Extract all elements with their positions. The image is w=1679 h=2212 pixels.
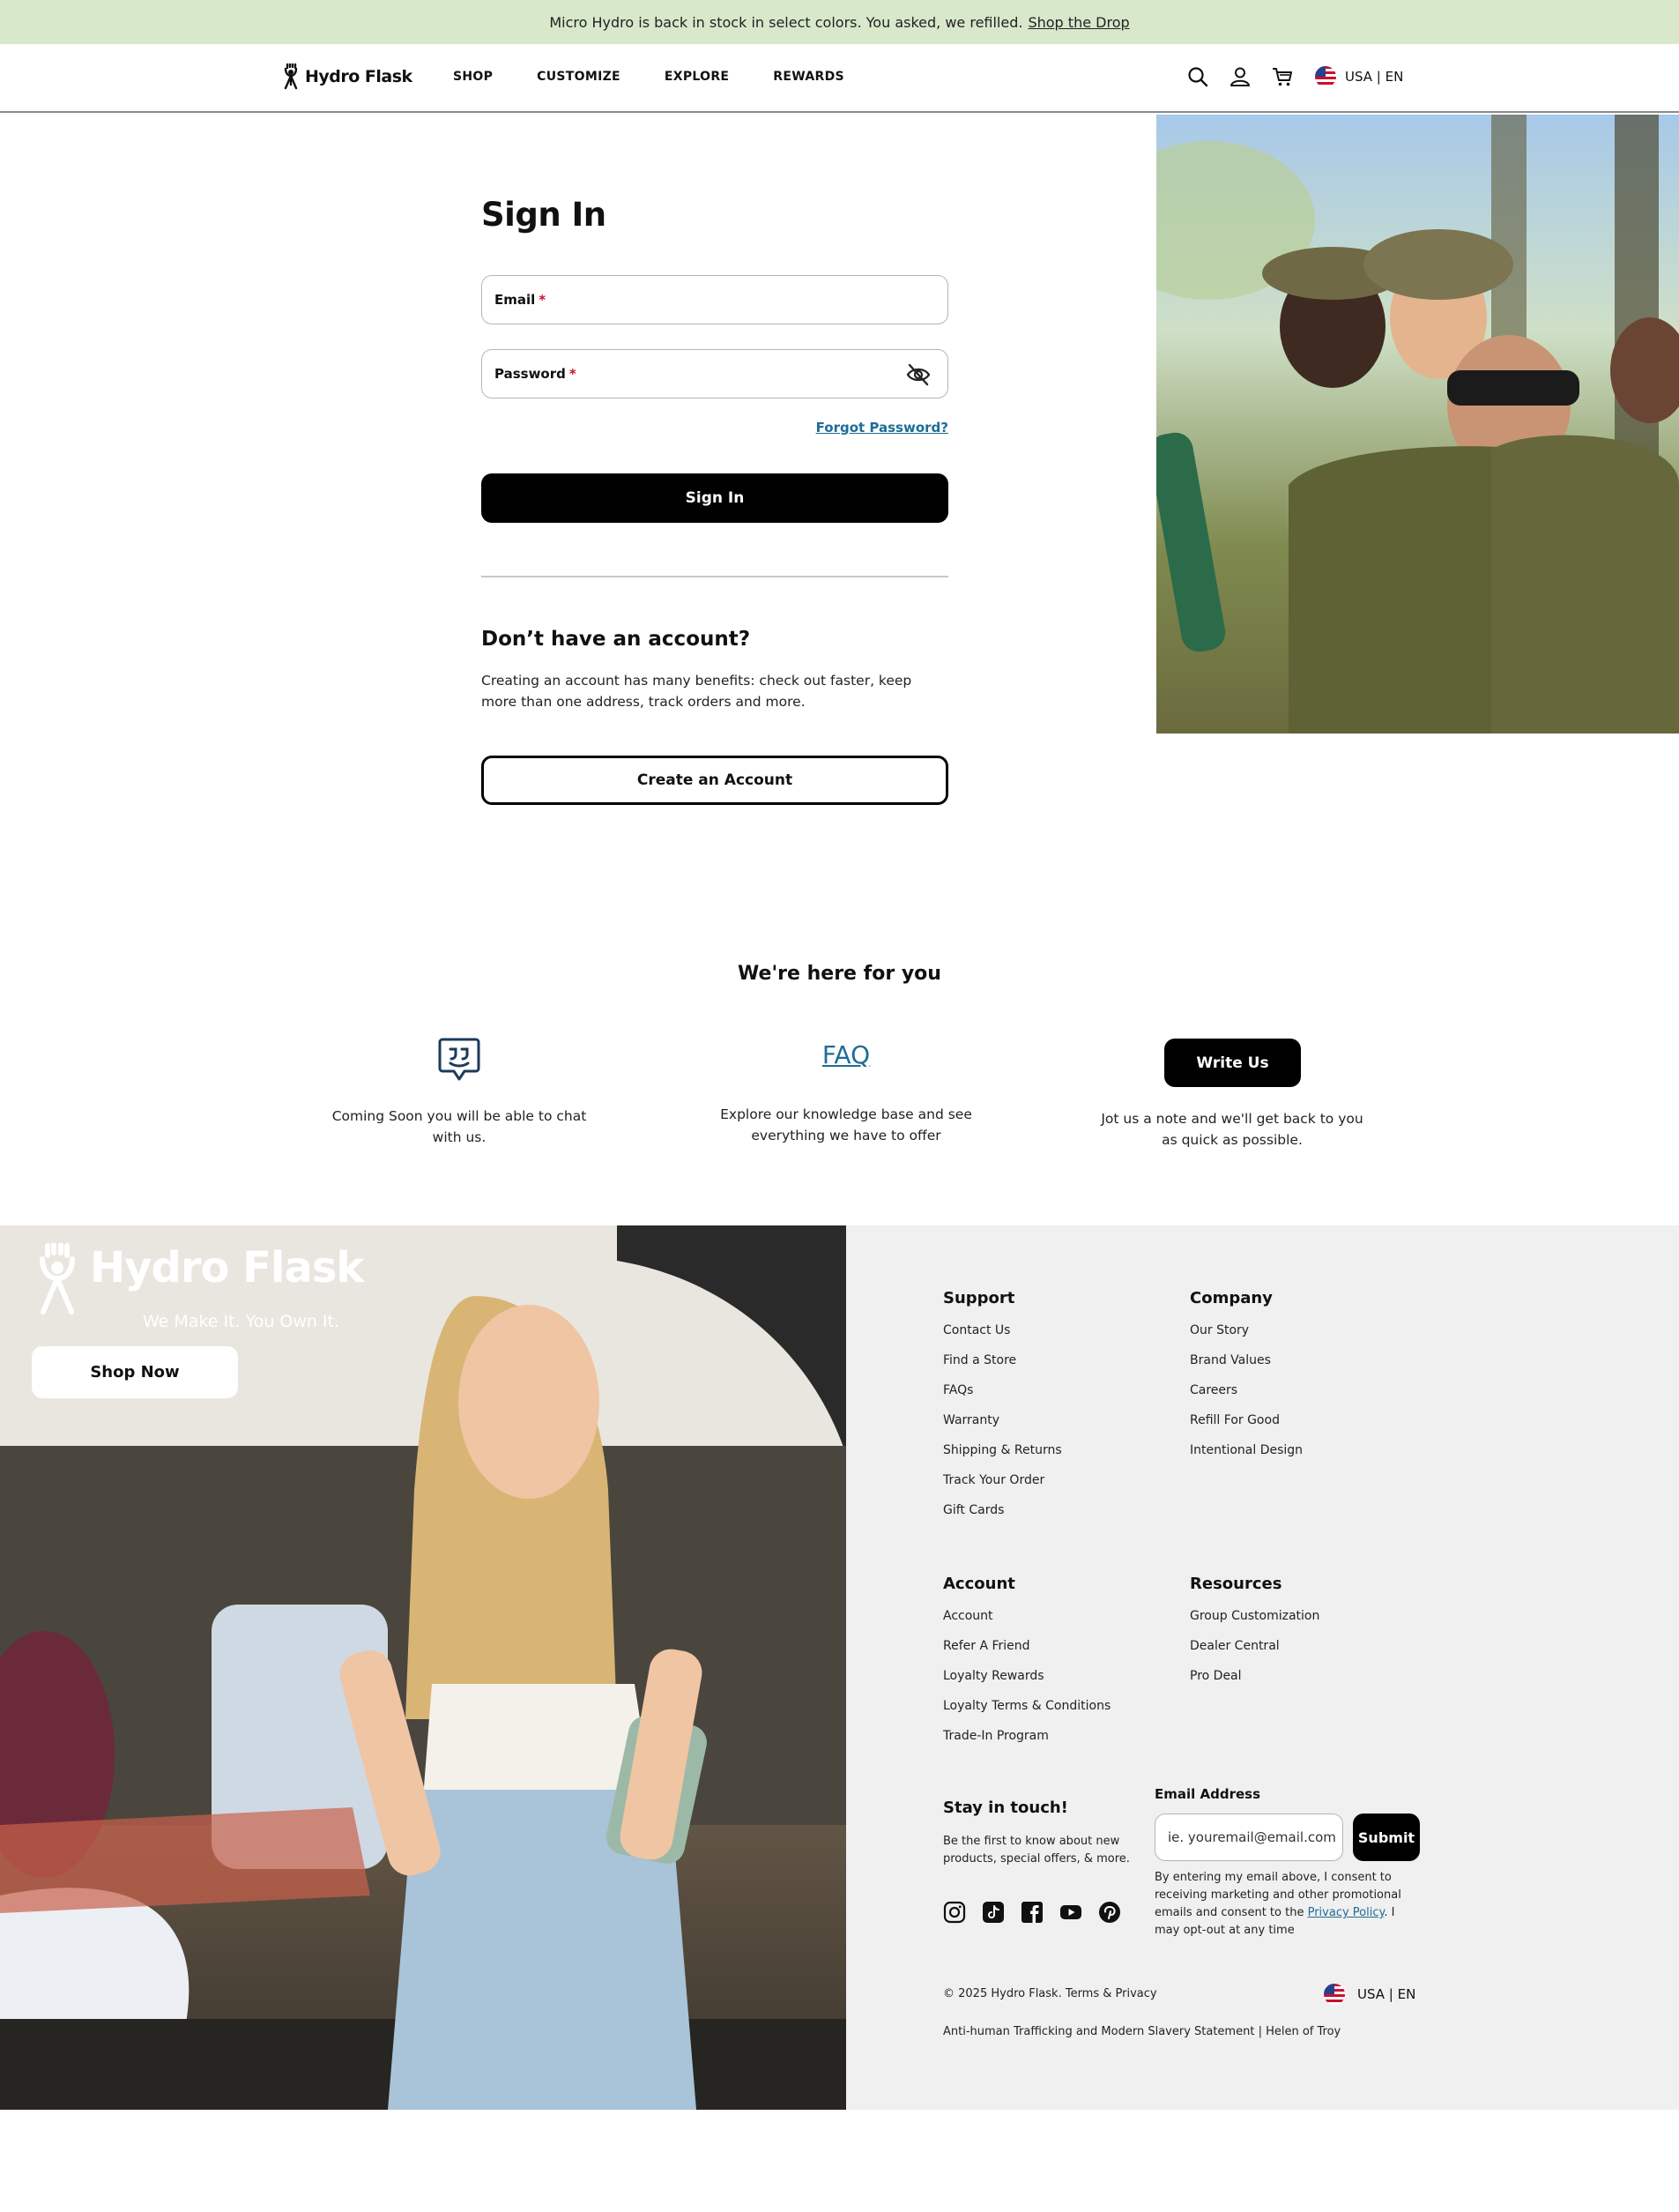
footer-link[interactable]: Trade-In Program (943, 1729, 1111, 1759)
nav-explore[interactable]: EXPLORE (665, 70, 729, 84)
footer-locale-label: USA | EN (1357, 1986, 1416, 2002)
password-field[interactable]: Password * (481, 349, 948, 398)
footer-link[interactable]: Track Your Order (943, 1473, 1062, 1503)
footer-link[interactable]: Brand Values (1190, 1353, 1303, 1383)
facebook-icon[interactable] (1021, 1901, 1044, 1924)
footer-link[interactable]: Loyalty Terms & Conditions (943, 1699, 1111, 1729)
footer-link[interactable]: Refill For Good (1190, 1413, 1303, 1443)
brand-name: Hydro Flask (305, 67, 412, 86)
email-address-label: Email Address (1155, 1786, 1261, 1802)
legal-links[interactable]: Anti-human Trafficking and Modern Slaver… (943, 2025, 1341, 2038)
social-links (943, 1901, 1121, 1924)
divider (481, 576, 948, 577)
required-mark: * (539, 292, 546, 308)
hydro-flask-hand-icon (284, 63, 298, 90)
shop-now-button[interactable]: Shop Now (32, 1346, 238, 1398)
nav-customize[interactable]: CUSTOMIZE (537, 70, 620, 84)
footer-link[interactable]: Find a Store (943, 1353, 1062, 1383)
footer-column-resources: Resources Group Customization Dealer Cen… (1190, 1575, 1319, 1699)
newsletter-email-input[interactable] (1155, 1814, 1343, 1861)
footer-column-title: Account (943, 1575, 1015, 1593)
page-title: Sign In (481, 196, 606, 234)
copyright-text: © 2025 Hydro Flask. Terms & Privacy (943, 1987, 1157, 2000)
footer-link[interactable]: Our Story (1190, 1323, 1303, 1353)
brand-logo[interactable]: Hydro Flask (280, 63, 412, 90)
main-nav: SHOP CUSTOMIZE EXPLORE REWARDS (453, 70, 844, 84)
announcement-bar: Micro Hydro is back in stock in select c… (0, 0, 1679, 44)
search-icon[interactable] (1186, 65, 1209, 88)
hide-password-icon[interactable] (905, 362, 932, 387)
privacy-policy-link[interactable]: Privacy Policy (1308, 1906, 1385, 1919)
footer-link[interactable]: Intentional Design (1190, 1443, 1303, 1473)
support-heading: We're here for you (738, 963, 941, 985)
write-us-description: Jot us a note and we'll get back to you … (1101, 1111, 1363, 1148)
footer-tagline: We Make It. You Own It. (143, 1312, 340, 1331)
hydro-flask-hand-icon (40, 1243, 75, 1315)
site-header: Hydro Flask SHOP CUSTOMIZE EXPLORE REWAR… (0, 44, 1679, 113)
locale-label: USA | EN (1345, 69, 1404, 85)
newsletter-intro: Stay in touch! Be the first to know abou… (943, 1799, 1146, 1868)
footer-column-company: Company Our Story Brand Values Careers R… (1190, 1289, 1303, 1473)
chat-bubble-icon (438, 1038, 480, 1081)
locale-selector[interactable]: USA | EN (1315, 66, 1403, 87)
email-field[interactable]: Email * (481, 275, 948, 324)
sign-in-button[interactable]: Sign In (481, 473, 948, 523)
footer-column-title: Support (943, 1289, 1015, 1307)
announcement-text: Micro Hydro is back in stock in select c… (549, 13, 1023, 31)
footer-column-support: Support Contact Us Find a Store FAQs War… (943, 1289, 1062, 1533)
footer-links-panel: Support Contact Us Find a Store FAQs War… (846, 1225, 1679, 2110)
footer-link[interactable]: Refer A Friend (943, 1639, 1111, 1669)
hero-photo-friends (1156, 115, 1679, 734)
password-label: Password (494, 366, 566, 382)
instagram-icon[interactable] (943, 1901, 966, 1924)
footer-locale-selector[interactable]: USA | EN (1324, 1984, 1415, 2005)
write-us-button[interactable]: Write Us (1164, 1039, 1301, 1087)
faq-description: Explore our knowledge base and see every… (720, 1106, 972, 1143)
footer-link[interactable]: Dealer Central (1190, 1639, 1319, 1669)
stay-in-touch-text: Be the first to know about new products,… (943, 1835, 1130, 1866)
footer-column-title: Resources (1190, 1575, 1282, 1593)
cart-icon[interactable] (1271, 65, 1294, 88)
stay-in-touch-heading: Stay in touch! (943, 1799, 1068, 1817)
footer-link[interactable]: Shipping & Returns (943, 1443, 1062, 1473)
pinterest-icon[interactable] (1098, 1901, 1121, 1924)
email-label: Email (494, 292, 536, 308)
account-benefits-text: Creating an account has many benefits: c… (481, 673, 912, 710)
us-flag-icon (1324, 1984, 1345, 2005)
hero-illustration (1156, 115, 1679, 734)
newsletter-submit-button[interactable]: Submit (1353, 1814, 1420, 1861)
nav-rewards[interactable]: REWARDS (773, 70, 844, 84)
tiktok-icon[interactable] (982, 1901, 1005, 1924)
footer-link[interactable]: Pro Deal (1190, 1669, 1319, 1699)
shop-the-drop-link[interactable]: Shop the Drop (1028, 14, 1129, 31)
footer-link[interactable]: Contact Us (943, 1323, 1062, 1353)
youtube-icon[interactable] (1059, 1901, 1082, 1924)
chat-description: Coming Soon you will be able to chat wit… (331, 1108, 587, 1145)
faq-link[interactable]: FAQ (793, 1040, 899, 1069)
us-flag-icon (1315, 66, 1336, 87)
footer-link[interactable]: FAQs (943, 1383, 1062, 1413)
footer-brand-logo: Hydro Flask We Make It. You Own It. (32, 1243, 364, 1331)
create-account-button[interactable]: Create an Account (481, 756, 948, 805)
signin-panel: Sign In Email * Password * Forgot Password… (481, 196, 948, 805)
forgot-password-link[interactable]: Forgot Password? (816, 420, 948, 436)
consent-text: By entering my email above, I consent to… (1155, 1869, 1419, 1940)
footer-column-title: Company (1190, 1289, 1273, 1307)
footer-link[interactable]: Loyalty Rewards (943, 1669, 1111, 1699)
nav-shop[interactable]: SHOP (453, 70, 493, 84)
footer-brand-name: Hydro Flask (90, 1243, 364, 1292)
footer-link[interactable]: Account (943, 1609, 1111, 1639)
account-icon[interactable] (1229, 65, 1252, 88)
footer-link[interactable]: Gift Cards (943, 1503, 1062, 1533)
footer-photo: Hydro Flask We Make It. You Own It. Shop… (0, 1225, 846, 2110)
no-account-heading: Don’t have an account? (481, 628, 751, 651)
footer-column-account: Account Account Refer A Friend Loyalty R… (943, 1575, 1111, 1759)
required-mark: * (568, 366, 576, 382)
footer-link[interactable]: Warranty (943, 1413, 1062, 1443)
header-actions: USA | EN (1186, 65, 1403, 88)
footer-link[interactable]: Careers (1190, 1383, 1303, 1413)
footer-link[interactable]: Group Customization (1190, 1609, 1319, 1639)
